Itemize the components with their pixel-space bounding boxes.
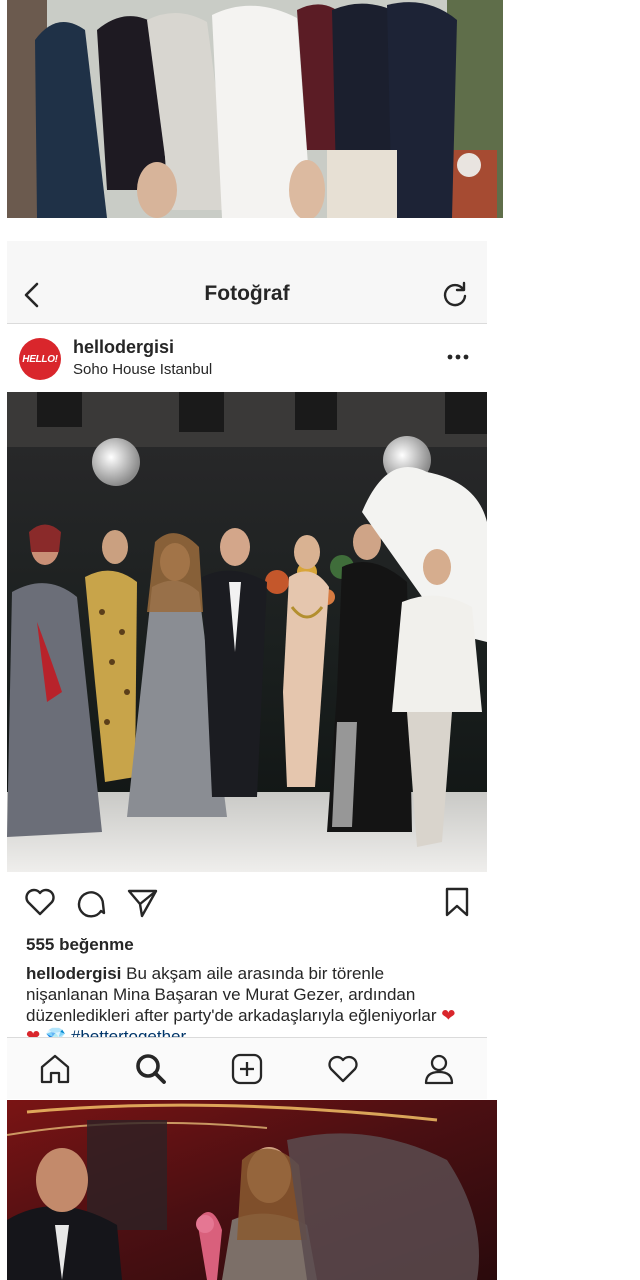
add-post-icon[interactable] <box>229 1051 265 1087</box>
caption-username[interactable]: hellodergisi <box>26 964 121 983</box>
post-username[interactable]: hellodergisi <box>73 337 174 358</box>
bookmark-icon[interactable] <box>440 885 474 919</box>
post-location[interactable]: Soho House Istanbul <box>73 361 212 378</box>
likes-count[interactable]: 555 beğenme <box>26 935 134 955</box>
comment-icon[interactable] <box>74 885 108 919</box>
search-icon[interactable] <box>133 1051 169 1087</box>
avatar-logo-text: HELLO! <box>22 353 58 365</box>
top-photo <box>7 0 503 218</box>
more-horizontal-icon[interactable] <box>447 346 469 368</box>
post-actions <box>7 883 487 923</box>
post-header: HELLO! hellodergisi Soho House Istanbul <box>7 324 487 392</box>
send-icon[interactable] <box>125 885 159 919</box>
bottom-tab-bar <box>7 1037 487 1099</box>
refresh-icon[interactable] <box>441 280 469 308</box>
profile-icon[interactable] <box>421 1051 457 1087</box>
bottom-photo <box>7 1100 497 1280</box>
avatar[interactable]: HELLO! <box>19 338 61 380</box>
post-caption: hellodergisi Bu akşam aile arasında bir … <box>26 963 466 1047</box>
navigation-bar: Fotoğraf <box>7 241 487 324</box>
home-icon[interactable] <box>37 1051 73 1087</box>
activity-heart-icon[interactable] <box>325 1051 361 1087</box>
post-photo[interactable] <box>7 392 487 872</box>
instagram-post-screenshot: Fotoğraf HELLO! hellodergisi Soho House … <box>7 241 487 1099</box>
heart-icon[interactable] <box>23 885 57 919</box>
page-title: Fotoğraf <box>204 282 290 305</box>
